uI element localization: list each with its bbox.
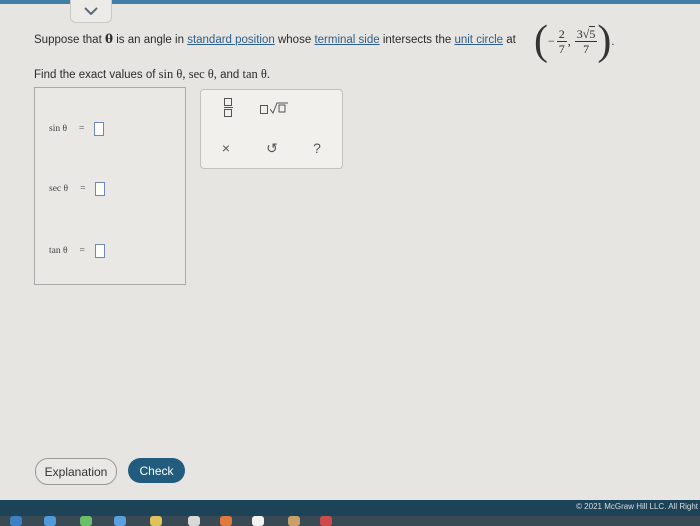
dock-app-icon[interactable] [80, 516, 92, 526]
y-fraction: 3√5 7 [574, 25, 598, 56]
close-icon: × [221, 140, 231, 156]
square-root-button[interactable] [259, 100, 289, 116]
instruction: Find the exact values of sin θ, sec θ, a… [34, 67, 271, 81]
dock-app-icon[interactable] [10, 516, 22, 526]
standard-position-link[interactable]: standard position [187, 34, 275, 46]
answer-row-tan: tan θ = [49, 244, 105, 258]
check-button[interactable]: Check [128, 458, 185, 483]
footer-bar: © 2021 McGraw Hill LLC. All Right [0, 500, 700, 516]
comma: , [567, 33, 571, 48]
answer-row-sec: sec θ = [49, 182, 106, 196]
dock-app-icon[interactable] [188, 516, 200, 526]
square-root-icon [260, 102, 288, 114]
clear-button[interactable]: × [215, 138, 237, 158]
help-icon: ? [313, 140, 321, 156]
dock-app-icon[interactable] [114, 516, 126, 526]
x-fraction: 2 7 [556, 26, 567, 56]
dock-app-icon[interactable] [288, 516, 300, 526]
theta-symbol: θ [104, 32, 113, 46]
dock-app-icon[interactable] [150, 516, 162, 526]
copyright-text: © 2021 McGraw Hill LLC. All Right [576, 502, 698, 511]
sin-func: sin θ, [158, 67, 186, 81]
dock-app-icon[interactable] [44, 516, 56, 526]
dock-app-icon[interactable] [320, 516, 332, 526]
help-button[interactable]: ? [306, 138, 328, 158]
dock-app-icon[interactable] [220, 516, 232, 526]
point-coordinates: ( − 2 7 , 3√5 7 ) . [534, 18, 615, 64]
dock-app-icon[interactable] [252, 516, 264, 526]
x-sign: − [548, 33, 555, 48]
fraction-icon [223, 97, 233, 117]
unit-circle-link[interactable]: unit circle [454, 34, 503, 46]
os-dock [0, 516, 700, 526]
problem-text: whose [277, 34, 312, 46]
tan-func: tan θ. [242, 67, 271, 81]
answer-panel: sin θ = sec θ = tan θ = [34, 87, 186, 285]
chevron-down-icon [84, 7, 98, 15]
problem-text: is an angle in [116, 34, 184, 46]
collapse-tab[interactable] [70, 0, 112, 23]
math-toolbox: × ↺ ? [200, 89, 343, 169]
problem-text: intersects the [382, 34, 452, 46]
explanation-button[interactable]: Explanation [35, 458, 117, 485]
undo-icon: ↺ [266, 139, 278, 156]
problem-text: at [506, 34, 516, 46]
fraction-button[interactable] [221, 97, 235, 117]
sin-answer-input[interactable] [94, 122, 105, 136]
period: . [611, 33, 615, 48]
undo-button[interactable]: ↺ [261, 138, 283, 158]
tan-answer-input[interactable] [94, 244, 105, 258]
problem-prefix: Suppose that [34, 34, 102, 46]
sec-func: sec θ, [188, 67, 217, 81]
sec-answer-input[interactable] [95, 182, 106, 196]
terminal-side-link[interactable]: terminal side [314, 34, 379, 46]
answer-row-sin: sin θ = [49, 122, 105, 136]
